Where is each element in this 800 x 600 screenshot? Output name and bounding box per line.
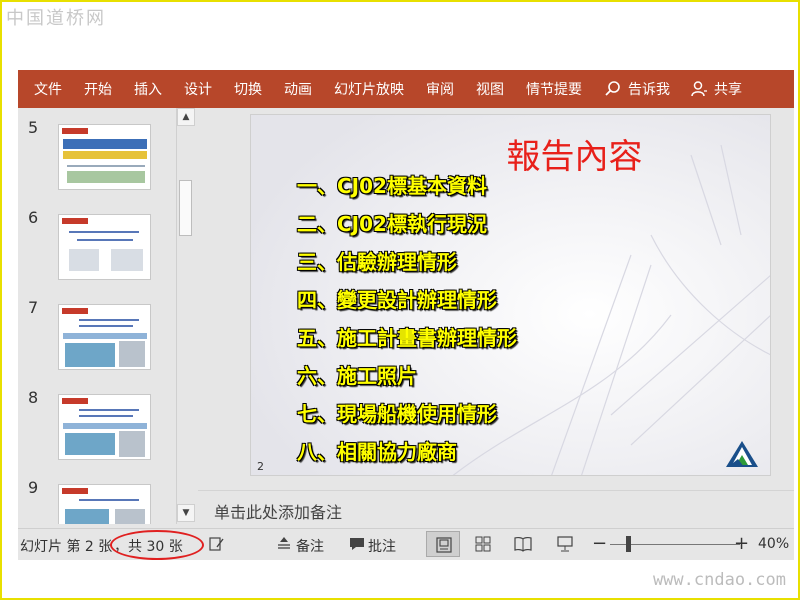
watermark-logo-text: 中国道桥网 — [6, 8, 106, 29]
powerpoint-window: 文件 开始 插入 设计 切换 动画 幻灯片放映 审阅 视图 情节提要 告诉我 共… — [18, 70, 794, 560]
thumbnail-number: 7 — [28, 298, 39, 317]
ribbon-tabs: 文件 开始 插入 设计 切换 动画 幻灯片放映 审阅 视图 情节提要 告诉我 共… — [18, 70, 794, 108]
notes-button[interactable]: 备注 — [296, 536, 324, 556]
scrollbar-thumb[interactable] — [179, 180, 192, 236]
agenda-item: 五、施工計畫書辦理情形 — [297, 326, 517, 350]
tab-storyboarding[interactable]: 情节提要 — [526, 79, 582, 99]
tab-transitions[interactable]: 切换 — [234, 79, 262, 99]
zoom-out-button[interactable]: − — [592, 533, 607, 554]
reading-view-icon[interactable] — [514, 535, 532, 553]
agenda-item: 二、CJ02標執行現況 — [297, 212, 487, 236]
notes-placeholder: 单击此处添加备注 — [214, 503, 343, 522]
notes-icon[interactable] — [276, 535, 292, 553]
slide-position-text: 幻灯片 第 2 张 — [20, 539, 113, 555]
agenda-item: 八、相關協力廠商 — [297, 440, 457, 464]
zoom-slider-knob[interactable] — [626, 536, 631, 552]
share-label: 共享 — [714, 82, 742, 98]
thumbnail-scrollbar[interactable]: ▲ ▼ — [176, 108, 195, 524]
status-bar: 幻灯片 第 2 张 ，共 30 张 备注 批注 − + 40% — [18, 528, 794, 560]
thumbnail-slide-8[interactable]: 8 — [18, 388, 176, 468]
agenda-item: 四、變更設計辦理情形 — [297, 288, 497, 312]
agenda-list: 一、CJ02標基本資料 二、CJ02標執行現況 三、估驗辦理情形 四、變更設計辦… — [297, 167, 517, 471]
spell-check-icon[interactable] — [208, 535, 226, 553]
zoom-in-button[interactable]: + — [734, 533, 749, 554]
thumbnail-number: 8 — [28, 388, 39, 407]
company-logo-icon — [726, 441, 758, 467]
zoom-level[interactable]: 40% — [758, 536, 789, 552]
person-icon — [691, 81, 707, 97]
thumbnail-image — [58, 304, 151, 370]
comment-icon[interactable] — [348, 535, 366, 553]
watermark-url: www.cndao.com — [652, 570, 786, 590]
thumbnail-image — [58, 394, 151, 460]
slideshow-icon[interactable] — [556, 535, 574, 553]
tell-me-label: 告诉我 — [628, 82, 670, 98]
thumbnail-slide-6[interactable]: 6 — [18, 208, 176, 288]
thumbnail-image — [58, 214, 151, 280]
tab-review[interactable]: 审阅 — [426, 79, 454, 99]
tab-home[interactable]: 开始 — [84, 79, 112, 99]
comments-button[interactable]: 批注 — [368, 536, 396, 556]
lightbulb-search-icon — [605, 81, 620, 96]
thumbnail-slide-5[interactable]: 5 — [18, 118, 176, 198]
thumbnail-number: 6 — [28, 208, 39, 227]
agenda-item: 六、施工照片 — [297, 364, 417, 388]
tab-slideshow[interactable]: 幻灯片放映 — [334, 79, 404, 99]
agenda-item: 一、CJ02標基本資料 — [297, 174, 487, 198]
slide-sorter-icon[interactable] — [474, 535, 492, 553]
tab-animations[interactable]: 动画 — [284, 79, 312, 99]
share-button[interactable]: 共享 — [690, 79, 742, 99]
tab-insert[interactable]: 插入 — [134, 79, 162, 99]
scroll-down-arrow-icon[interactable]: ▼ — [177, 504, 195, 522]
scroll-up-arrow-icon[interactable]: ▲ — [177, 108, 195, 126]
notes-pane[interactable]: 单击此处添加备注 — [198, 490, 794, 526]
thumbnail-number: 5 — [28, 118, 39, 137]
normal-view-button[interactable] — [426, 531, 460, 557]
normal-view-icon — [436, 537, 452, 553]
thumbnail-image — [58, 484, 151, 524]
tab-design[interactable]: 设计 — [184, 79, 212, 99]
tell-me-button[interactable]: 告诉我 — [604, 79, 670, 99]
slide-editor: 報告內容 一、CJ02標基本資料 二、CJ02標執行現況 三、估驗辦理情形 四、… — [198, 108, 794, 486]
agenda-item: 三、估驗辦理情形 — [297, 250, 457, 274]
annotation-circle — [110, 530, 204, 560]
thumbnail-slide-7[interactable]: 7 — [18, 298, 176, 378]
agenda-item: 七、現場船機使用情形 — [297, 402, 497, 426]
tab-file[interactable]: 文件 — [34, 79, 62, 99]
thumbnail-slide-9[interactable]: 9 — [18, 478, 176, 524]
current-slide[interactable]: 報告內容 一、CJ02標基本資料 二、CJ02標執行現況 三、估驗辦理情形 四、… — [250, 114, 771, 476]
slide-thumbnail-pane: 5 6 7 8 9 — [18, 108, 196, 524]
tab-view[interactable]: 视图 — [476, 79, 504, 99]
thumbnail-image — [58, 124, 151, 190]
slide-number: 2 — [257, 460, 264, 473]
thumbnail-number: 9 — [28, 478, 39, 497]
